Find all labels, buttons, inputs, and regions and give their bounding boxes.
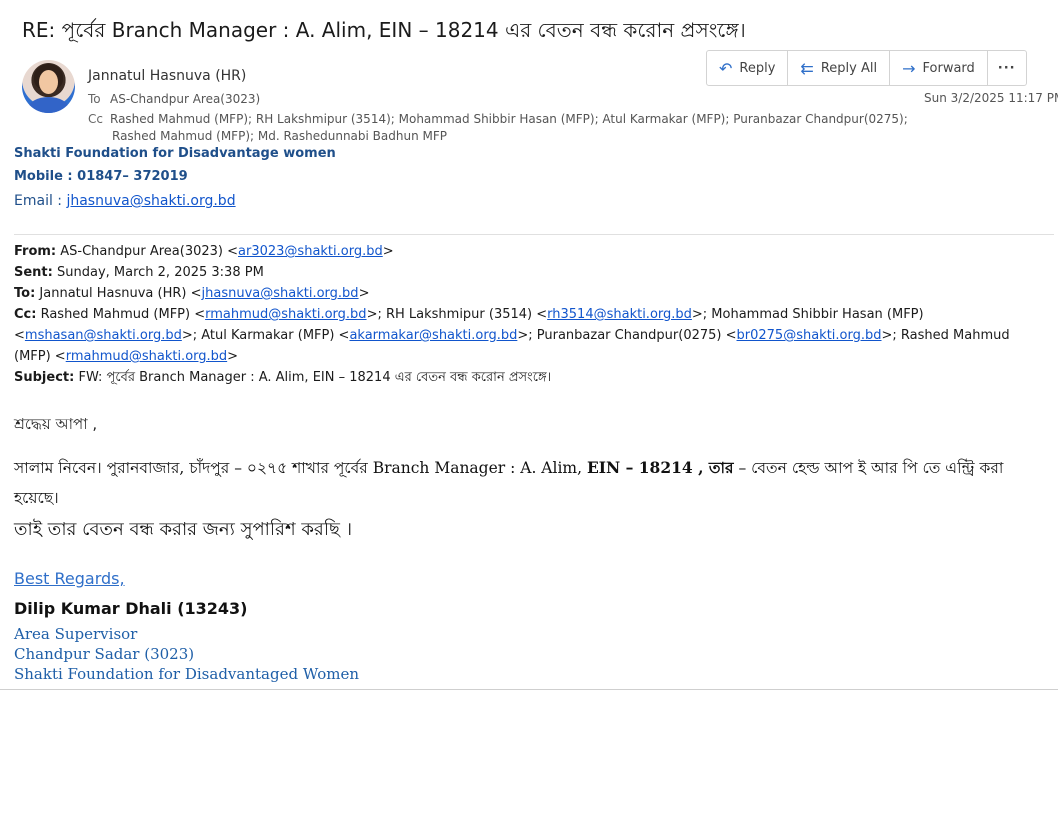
reply-all-label: Reply All: [820, 60, 878, 76]
fwd-cc-email-3[interactable]: mshasan@shakti.org.bd: [25, 328, 182, 343]
fwd-from-row: From: AS-Chandpur Area(3023) <ar3023@sha…: [14, 244, 394, 259]
hr-email-link[interactable]: jhasnuva@shakti.org.bd: [66, 193, 235, 209]
fwd-cc-email-4[interactable]: akarmakar@shakti.org.bd: [349, 328, 517, 343]
forward-arrow-icon: →: [902, 58, 916, 78]
fwd-to-text: Jannatul Hasnuva (HR) <: [35, 286, 202, 301]
hr-email-label: Email :: [14, 193, 67, 209]
fwd-sent-text: Sunday, March 2, 2025 3:38 PM: [52, 265, 264, 280]
body-paragraph-1: সালাম নিবেন। পুরানবাজার, চাঁদপুর – ০২৭৫ …: [14, 453, 1044, 513]
reply-label: Reply: [739, 60, 776, 76]
fwd-sent-row: Sent: Sunday, March 2, 2025 3:38 PM: [14, 262, 1044, 283]
to-label: To: [88, 92, 101, 106]
sender-avatar[interactable]: [22, 60, 75, 113]
hr-email-row: Email : jhasnuva@shakti.org.bd: [14, 193, 236, 209]
received-date: Sun 3/2/2025 11:17 PM: [924, 91, 1058, 105]
avatar-face: [39, 70, 58, 94]
body-paragraph-2: তাই তার বেতন বন্ধ করার জন্য সুপারিশ করছি…: [14, 519, 353, 540]
cc-label: Cc: [88, 112, 103, 126]
fwd-cc-email-2[interactable]: rh3514@shakti.org.bd: [547, 307, 692, 322]
fwd-subject-row: Subject: FW: পূর্বের Branch Manager : A.…: [14, 367, 1044, 388]
fwd-cc-text-2: >; RH Lakshmipur (3514) <: [366, 307, 548, 322]
fwd-sent-label: Sent:: [14, 265, 53, 280]
body-para1-part-a: সালাম নিবেন। পুরানবাজার, চাঁদপুর – ০২৭৫ …: [14, 459, 587, 477]
body-para1-part-b: EIN – 18214 , তার: [586, 458, 734, 477]
fwd-cc-text-4: >; Atul Karmakar (MFP) <: [181, 328, 350, 343]
more-actions-button[interactable]: ···: [988, 51, 1026, 85]
signature-org: Shakti Foundation for Disadvantaged Wome…: [14, 665, 360, 683]
reply-all-arrow-icon: ⇇: [800, 58, 814, 78]
email-subject: RE: পূর্বের Branch Manager : A. Alim, EI…: [22, 18, 746, 42]
reply-arrow-icon: ↶: [719, 58, 733, 78]
fwd-subject-text: FW: পূর্বের Branch Manager : A. Alim, EI…: [74, 370, 552, 385]
fwd-cc-text-5: >; Puranbazar Chandpur(0275) <: [517, 328, 737, 343]
fwd-from-email[interactable]: ar3023@shakti.org.bd: [238, 244, 383, 259]
fwd-from-label: From:: [14, 244, 57, 259]
to-recipient[interactable]: AS-Chandpur Area(3023): [110, 92, 260, 106]
hr-mobile: Mobile : 01847– 372019: [14, 169, 188, 184]
signature-regards: Best Regards,: [14, 569, 125, 588]
fwd-cc-email-6[interactable]: rmahmud@shakti.org.bd: [66, 349, 227, 364]
signature-title: Area Supervisor: [14, 625, 138, 643]
reading-pane-cutoff: [0, 689, 1058, 816]
greeting: শ্রদ্ধেয় আপা ,: [14, 415, 98, 433]
cc-recipients-line2[interactable]: Rashed Mahmud (MFP); Md. Rashedunnabi Ba…: [88, 128, 908, 145]
fwd-cc-email-5[interactable]: br0275@shakti.org.bd: [737, 328, 882, 343]
forward-button[interactable]: → Forward: [890, 51, 988, 85]
forward-label: Forward: [922, 60, 975, 76]
fwd-cc-email-1[interactable]: rmahmud@shakti.org.bd: [205, 307, 366, 322]
forwarded-header: From: AS-Chandpur Area(3023) <ar3023@sha…: [14, 241, 1044, 388]
fwd-to-label: To:: [14, 286, 36, 301]
reply-button[interactable]: ↶ Reply: [707, 51, 789, 85]
message-actions: ↶ Reply ⇇ Reply All → Forward ···: [706, 50, 1027, 86]
fwd-subject-label: Subject:: [14, 370, 75, 385]
signature-office: Chandpur Sadar (3023): [14, 645, 195, 663]
signature-name: Dilip Kumar Dhali (13243): [14, 599, 248, 618]
cc-line: Cc Rashed Mahmud (MFP); RH Lakshmipur (35…: [88, 111, 908, 145]
fwd-from-text: AS-Chandpur Area(3023) <: [56, 244, 239, 259]
avatar-body: [28, 97, 69, 113]
sender-name[interactable]: Jannatul Hasnuva (HR): [88, 68, 246, 84]
fwd-cc-row: Cc: Rashed Mahmud (MFP) <rmahmud@shakti.…: [14, 307, 1010, 364]
to-line: To AS-Chandpur Area(3023): [88, 92, 260, 106]
cc-recipients-line1[interactable]: Rashed Mahmud (MFP); RH Lakshmipur (3514…: [110, 112, 908, 126]
fwd-to-row: To: Jannatul Hasnuva (HR) <jhasnuva@shak…: [14, 286, 370, 301]
fwd-to-email[interactable]: jhasnuva@shakti.org.bd: [202, 286, 359, 301]
hr-org-name: Shakti Foundation for Disadvantage women: [14, 146, 336, 161]
fwd-cc-label: Cc:: [14, 307, 37, 322]
divider: [14, 234, 1054, 235]
reply-all-button[interactable]: ⇇ Reply All: [788, 51, 891, 85]
fwd-cc-text-1: Rashed Mahmud (MFP) <: [36, 307, 206, 322]
